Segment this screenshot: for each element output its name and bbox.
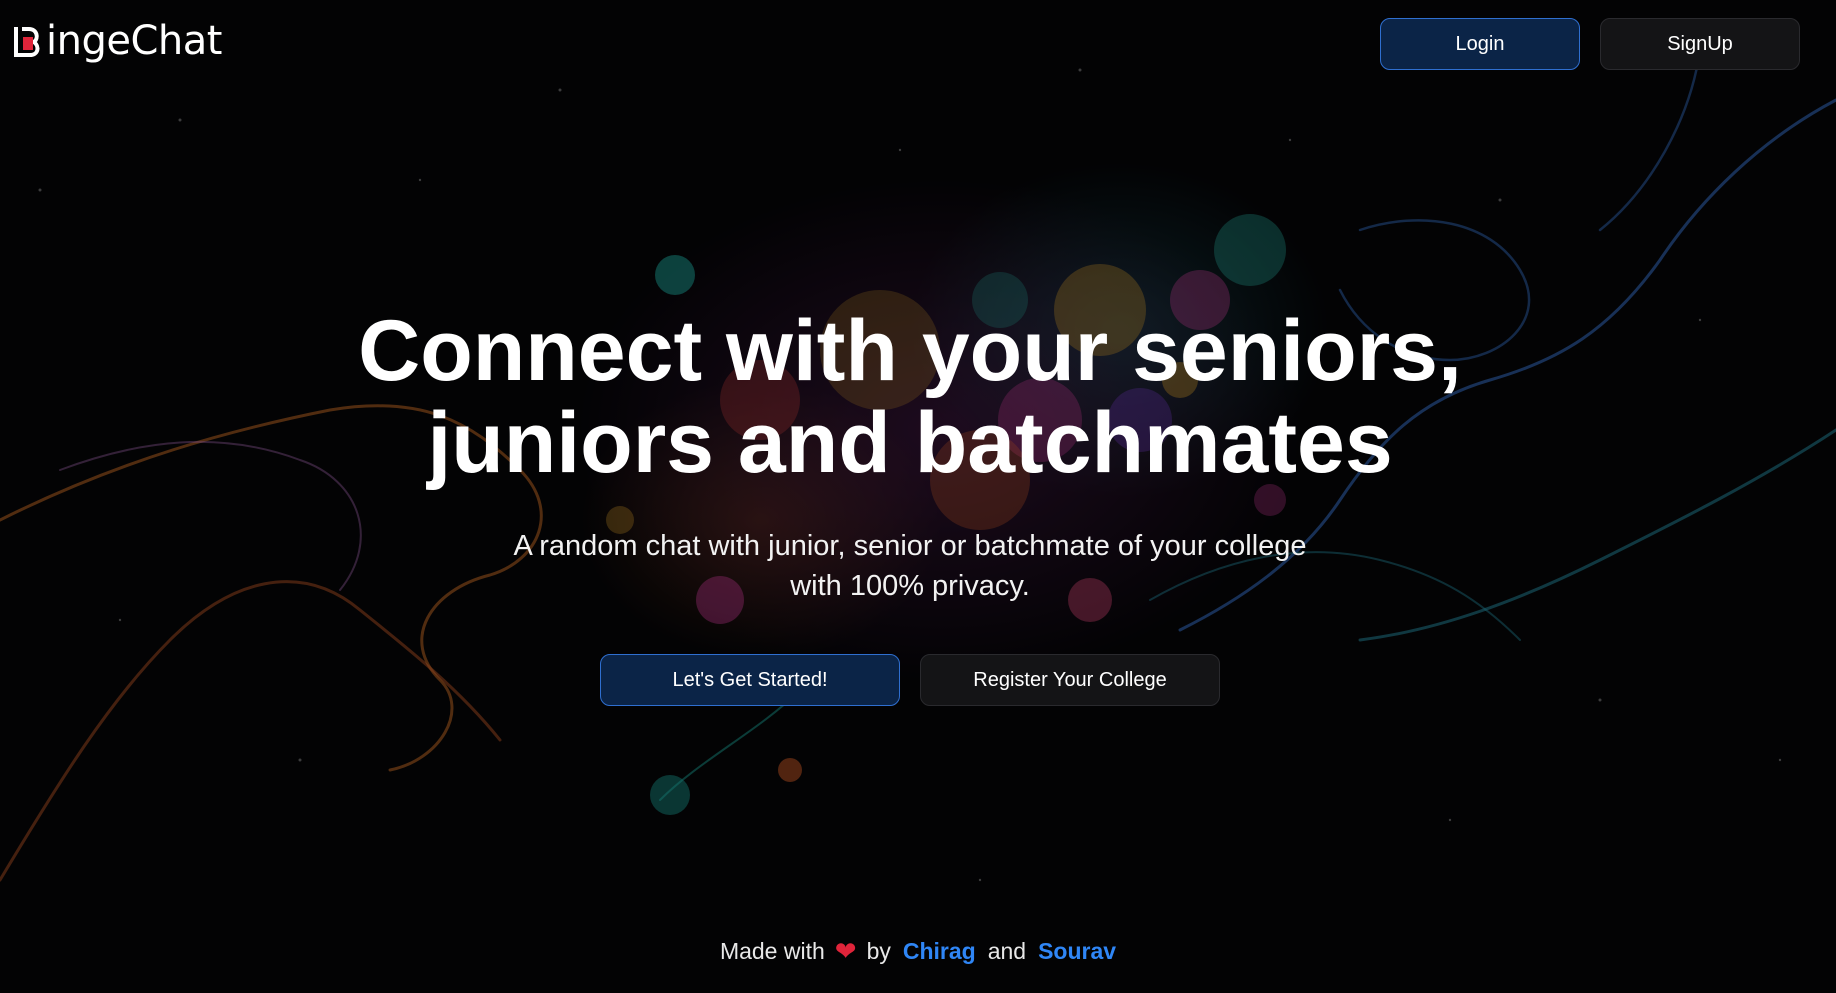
footer-by: by: [866, 938, 891, 964]
hero-subtitle-line-2: with 100% privacy.: [790, 570, 1030, 602]
hero-title: Connect with your seniors, juniors and b…: [300, 305, 1520, 489]
author-link-sourav[interactable]: Sourav: [1038, 938, 1116, 965]
hero-title-line-1: Connect with your seniors,: [358, 303, 1462, 399]
register-college-button[interactable]: Register Your College: [920, 654, 1220, 706]
footer-and: and: [987, 938, 1027, 964]
hero-title-line-2: juniors and batchmates: [427, 395, 1393, 491]
signup-button[interactable]: SignUp: [1600, 18, 1800, 70]
footer-made-with: Made with: [719, 938, 825, 964]
hero-subtitle: A random chat with junior, senior or bat…: [480, 526, 1340, 606]
landing-page: ingeChat Login SignUp Connect with your …: [0, 0, 1836, 993]
author-link-chirag[interactable]: Chirag: [903, 938, 976, 965]
binge-logo-icon: [14, 27, 40, 57]
brand-logo[interactable]: ingeChat: [12, 18, 222, 64]
top-navbar: ingeChat Login SignUp: [0, 0, 1836, 90]
heart-icon: ❤: [834, 936, 857, 966]
get-started-button[interactable]: Let's Get Started!: [600, 654, 900, 706]
login-button[interactable]: Login: [1380, 18, 1580, 70]
footer-credits: Made with ❤ by Chirag and Sourav: [0, 936, 1836, 967]
hero-subtitle-line-1: A random chat with junior, senior or bat…: [513, 530, 1307, 562]
logo-text: ingeChat: [46, 18, 222, 64]
background-dim-overlay: [0, 0, 1836, 993]
